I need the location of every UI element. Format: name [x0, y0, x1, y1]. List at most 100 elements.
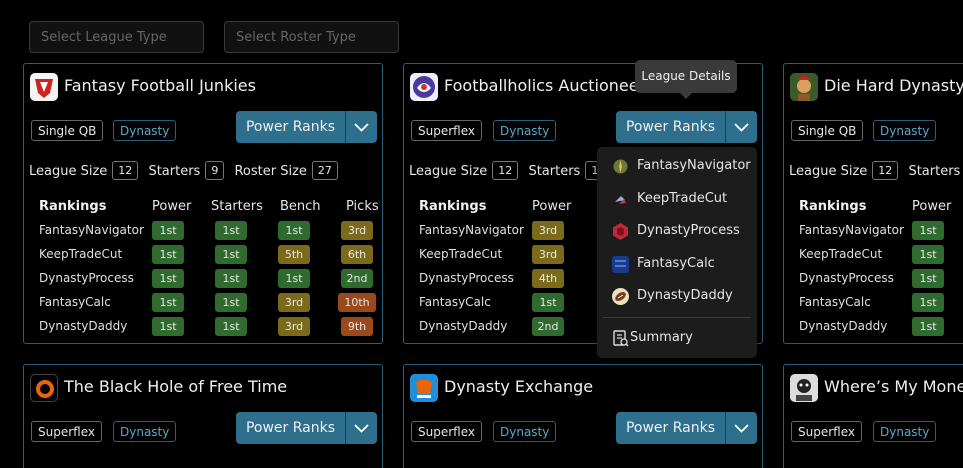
- power-ranks-button-group: Power Ranks: [616, 412, 757, 444]
- bench-rank: 1st: [278, 221, 310, 240]
- league-avatar: [30, 73, 58, 101]
- power-rank: 3rd: [532, 221, 564, 240]
- league-stats: League Size 12 Starters 9 Roster Size 27: [29, 161, 344, 180]
- league-size-value: 12: [112, 161, 139, 180]
- bench-rank: 5th: [278, 245, 310, 264]
- league-type-tag: Dynasty: [493, 120, 557, 141]
- power-ranks-button[interactable]: Power Ranks: [236, 412, 345, 444]
- starters-rank: 1st: [215, 221, 247, 240]
- league-title[interactable]: Where’s My Money: [824, 377, 963, 396]
- bench-rank: 3rd: [278, 317, 310, 336]
- power-rank: 4th: [532, 269, 564, 288]
- ranking-source: FantasyCalc: [799, 295, 871, 309]
- power-rank: 1st: [912, 293, 944, 312]
- league-title[interactable]: Dynasty Exchange: [444, 377, 593, 396]
- chevron-down-icon: [734, 123, 749, 132]
- power-rank: 1st: [152, 221, 184, 240]
- roster-size-label: Roster Size: [234, 164, 307, 179]
- col-header-picks: Picks: [346, 199, 379, 214]
- starters-value: 9: [205, 161, 225, 180]
- league-avatar: [30, 374, 58, 402]
- league-type-select[interactable]: Select League Type: [29, 21, 204, 53]
- menu-item-label: KeepTradeCut: [637, 191, 728, 206]
- power-ranks-dropdown-toggle[interactable]: [726, 111, 757, 143]
- league-title[interactable]: Fantasy Football Junkies: [64, 76, 256, 95]
- league-size-value: 12: [872, 161, 899, 180]
- ranking-source: DynastyProcess: [39, 271, 134, 285]
- chevron-down-icon: [354, 123, 369, 132]
- league-title[interactable]: Footballholics Auctioneers: [444, 76, 654, 95]
- keeptradecut-icon: [615, 196, 626, 204]
- league-type-tag: Dynasty: [113, 421, 177, 442]
- starters-rank: 1st: [215, 293, 247, 312]
- league-type-tag: Dynasty: [873, 421, 937, 442]
- picks-rank: 3rd: [341, 221, 373, 240]
- ranking-source: FantasyNavigator: [39, 223, 144, 237]
- power-ranks-button[interactable]: Power Ranks: [616, 412, 725, 444]
- power-ranks-menu: FantasyNavigator KeepTradeCut DynastyPro…: [597, 147, 757, 358]
- power-rank: 3rd: [532, 245, 564, 264]
- league-stats: League Size 12 Starters: [789, 161, 960, 180]
- menu-item-label: DynastyProcess: [637, 223, 740, 238]
- ranking-source: KeepTradeCut: [419, 247, 503, 261]
- power-ranks-dropdown-toggle[interactable]: [346, 111, 377, 143]
- power-ranks-dropdown-toggle[interactable]: [346, 412, 377, 444]
- league-type-tag: Dynasty: [493, 421, 557, 442]
- rankings-header: Rankings: [799, 199, 867, 214]
- col-header-power: Power: [912, 199, 952, 214]
- ranking-source: FantasyNavigator: [419, 223, 524, 237]
- starters-rank: 1st: [215, 269, 247, 288]
- chevron-down-icon: [354, 424, 369, 433]
- league-card: Where’s My Money Superflex Dynasty: [783, 364, 963, 468]
- menu-item-label: Summary: [630, 330, 693, 345]
- power-ranks-button[interactable]: Power Ranks: [236, 111, 345, 143]
- ranking-source: DynastyProcess: [419, 271, 514, 285]
- bench-rank: 1st: [278, 269, 310, 288]
- col-header-bench: Bench: [280, 199, 321, 214]
- summary-icon: [613, 330, 629, 347]
- ranking-source: KeepTradeCut: [799, 247, 883, 261]
- league-title[interactable]: The Black Hole of Free Time: [64, 377, 287, 396]
- qb-type-tag: Single QB: [791, 120, 864, 141]
- league-size-label: League Size: [409, 164, 488, 179]
- power-rank: 1st: [152, 293, 184, 312]
- starters-label: Starters: [908, 164, 961, 179]
- starters-rank: 1st: [215, 317, 247, 336]
- picks-rank: 9th: [341, 317, 373, 336]
- fantasycalc-icon: [612, 256, 629, 273]
- qb-type-tag: Superflex: [411, 120, 482, 141]
- league-type-tag: Dynasty: [113, 120, 177, 141]
- fantasynavigator-icon: [613, 159, 628, 174]
- league-size-label: League Size: [789, 164, 868, 179]
- power-rank: 1st: [912, 317, 944, 336]
- league-title[interactable]: Die Hard Dynasty: [824, 76, 963, 95]
- power-ranks-dropdown-toggle[interactable]: [726, 412, 757, 444]
- menu-item-label: FantasyNavigator: [637, 158, 751, 173]
- col-header-power: Power: [532, 199, 572, 214]
- league-details-tooltip: League Details: [635, 60, 737, 99]
- league-avatar: [410, 374, 438, 402]
- roster-type-placeholder: Select Roster Type: [236, 30, 356, 45]
- ranking-source: KeepTradeCut: [39, 247, 123, 261]
- col-header-power: Power: [152, 199, 192, 214]
- dynastydaddy-icon: [612, 288, 629, 305]
- menu-item-label: DynastyDaddy: [637, 288, 733, 303]
- starters-rank: 1st: [215, 245, 247, 264]
- picks-rank: 2nd: [341, 269, 373, 288]
- league-size-value: 12: [492, 161, 519, 180]
- dynastyprocess-icon: [613, 223, 628, 240]
- power-ranks-button[interactable]: Power Ranks: [616, 111, 725, 143]
- league-card: Dynasty Exchange Superflex Dynasty Power…: [403, 364, 763, 468]
- league-type-tag: Dynasty: [873, 120, 937, 141]
- roster-type-select[interactable]: Select Roster Type: [224, 21, 399, 53]
- power-rank: 1st: [912, 269, 944, 288]
- power-rank: 1st: [152, 269, 184, 288]
- power-ranks-button-group: Power Ranks: [236, 412, 377, 444]
- league-avatar: [790, 73, 818, 101]
- ranking-source: FantasyCalc: [39, 295, 111, 309]
- menu-divider: [603, 317, 751, 318]
- starters-label: Starters: [148, 164, 201, 179]
- ranking-source: DynastyDaddy: [419, 319, 508, 333]
- league-card: Die Hard Dynasty Single QB Dynasty Leagu…: [783, 63, 963, 344]
- league-card: The Black Hole of Free Time Superflex Dy…: [23, 364, 383, 468]
